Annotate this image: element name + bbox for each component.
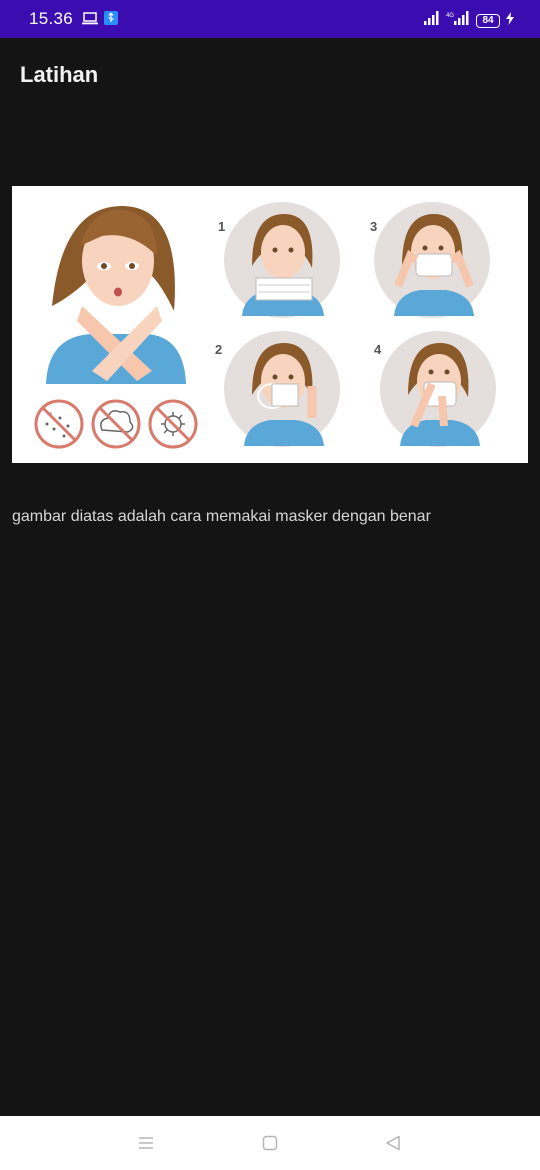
status-left-icons bbox=[82, 11, 118, 30]
no-cloud-icon bbox=[91, 399, 141, 449]
step-2-illustration bbox=[224, 331, 340, 447]
svg-text:4G: 4G bbox=[446, 13, 454, 19]
back-button[interactable] bbox=[381, 1132, 405, 1154]
laptop-icon bbox=[82, 11, 98, 30]
mask-illustration: 1 3 2 4 bbox=[34, 202, 496, 449]
step-4-illustration bbox=[380, 331, 496, 447]
recent-apps-button[interactable] bbox=[134, 1132, 158, 1154]
status-bar: 15.36 4G 84 bbox=[0, 0, 540, 38]
battery-icon: 84 bbox=[476, 13, 500, 28]
4g-signal-icon: 4G bbox=[446, 11, 470, 30]
home-square-icon bbox=[262, 1135, 278, 1151]
step-number-1: 1 bbox=[218, 219, 225, 234]
mask-instruction-image: 1 3 2 4 bbox=[12, 186, 528, 463]
step-number-2: 2 bbox=[215, 342, 222, 357]
step-1-illustration bbox=[224, 202, 340, 318]
no-virus-icon bbox=[148, 399, 198, 449]
step-number-4: 4 bbox=[374, 342, 382, 357]
usb-debug-icon bbox=[104, 11, 118, 30]
system-nav-bar bbox=[0, 1116, 540, 1170]
prohibition-icons bbox=[34, 399, 198, 449]
status-right-icons: 4G 84 bbox=[424, 11, 514, 30]
menu-icon bbox=[139, 1137, 153, 1149]
signal-icon bbox=[424, 11, 440, 30]
step-3-illustration bbox=[374, 202, 490, 318]
step-number-3: 3 bbox=[370, 219, 377, 234]
charging-icon bbox=[506, 11, 514, 30]
no-droplets-icon bbox=[34, 399, 84, 449]
back-triangle-icon bbox=[386, 1135, 400, 1151]
status-time: 15.36 bbox=[29, 9, 74, 28]
image-caption: gambar diatas adalah cara memakai masker… bbox=[12, 508, 431, 525]
woman-crossed-arms bbox=[46, 206, 186, 384]
home-button[interactable] bbox=[258, 1132, 282, 1154]
app-bar: Latihan bbox=[0, 38, 540, 110]
page-title: Latihan bbox=[20, 62, 99, 87]
